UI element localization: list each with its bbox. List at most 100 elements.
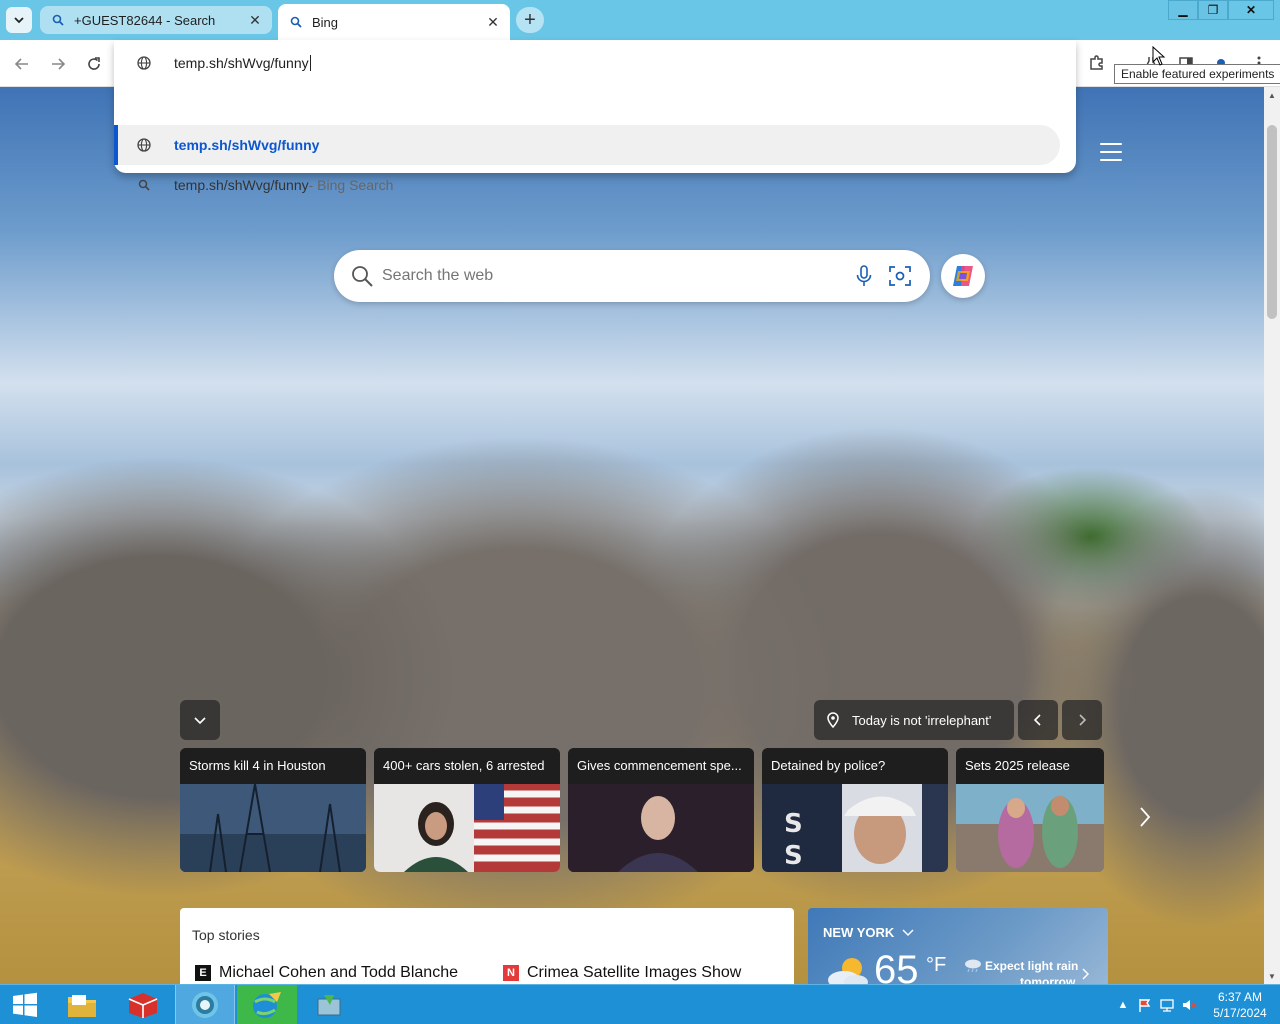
- suggestion-suffix: - Bing Search: [308, 177, 394, 193]
- copilot-button[interactable]: [941, 254, 985, 298]
- news-card-image: [956, 784, 1104, 872]
- forward-button[interactable]: [46, 52, 70, 76]
- tab-close-icon[interactable]: ✕: [246, 11, 264, 29]
- arrow-left-icon: [14, 58, 28, 70]
- start-button[interactable]: [0, 985, 50, 1024]
- story-headline: Michael Cohen and Todd Blanche: [219, 964, 458, 981]
- news-card-title: Gives commencement spe...: [568, 748, 754, 784]
- text-caret: [309, 55, 311, 71]
- voice-search-button[interactable]: [850, 262, 878, 290]
- globe-icon: [114, 138, 174, 152]
- story-item[interactable]: E Michael Cohen and Todd Blanche: [195, 964, 458, 982]
- search-icon: [114, 179, 174, 191]
- weather-unit: °F: [926, 954, 947, 976]
- omnibox-suggestion-search[interactable]: temp.sh/shWvg/funny - Bing Search: [114, 165, 1060, 205]
- puzzle-icon: [1090, 55, 1103, 70]
- taskbar-file-explorer[interactable]: [52, 985, 112, 1024]
- rain-cloud-icon: [965, 959, 981, 972]
- hamburger-menu-icon[interactable]: [1100, 143, 1122, 161]
- system-clock[interactable]: 6:37 AM 5/17/2024: [1200, 989, 1280, 1021]
- page-scrollbar[interactable]: ▲ ▼: [1264, 87, 1280, 984]
- chevron-right-icon[interactable]: [1081, 968, 1089, 980]
- selection-indicator: [114, 125, 118, 165]
- story-headline: Crimea Satellite Images Show: [527, 964, 742, 981]
- browser-app-icon: [192, 992, 218, 1018]
- taskbar-network-app[interactable]: [237, 985, 297, 1024]
- weather-location-label: NEW YORK: [823, 925, 895, 940]
- address-input[interactable]: temp.sh/shWvg/funny: [174, 55, 309, 71]
- top-stories-panel: Top stories E Michael Cohen and Todd Bla…: [180, 908, 794, 984]
- scroll-down-icon[interactable]: ▼: [1264, 968, 1280, 984]
- news-source-logo: N: [503, 965, 519, 981]
- search-icon: [352, 266, 373, 287]
- news-card-image: S S: [762, 784, 948, 872]
- news-source-logo: E: [195, 965, 211, 981]
- taskbar-browser[interactable]: [175, 985, 235, 1024]
- news-card[interactable]: Detained by police? S S: [762, 748, 948, 872]
- volume-muted-icon[interactable]: [1178, 994, 1200, 1016]
- omnibox-dropdown: temp.sh/shWvg/funny temp.sh/shWvg/funny …: [114, 40, 1076, 193]
- tab-bing[interactable]: Bing ✕: [278, 4, 510, 40]
- window-controls: ▁ ❐ ✕: [1168, 0, 1274, 20]
- previous-image-button[interactable]: [1018, 700, 1058, 740]
- minimize-button[interactable]: ▁: [1168, 0, 1198, 20]
- extensions-button[interactable]: [1086, 52, 1108, 74]
- weather-condition-detail: tomorrow: [1020, 975, 1076, 984]
- windows-logo-icon: [13, 992, 37, 1017]
- search-icon: [288, 14, 304, 30]
- taskbar-app-red[interactable]: [113, 985, 173, 1024]
- show-hidden-icons-icon[interactable]: ▲: [1112, 994, 1134, 1016]
- caption-text: Today is not 'irrelephant': [852, 712, 992, 728]
- news-card[interactable]: Gives commencement spe...: [568, 748, 754, 872]
- tab-close-icon[interactable]: ✕: [484, 13, 502, 31]
- news-card-image: [568, 784, 754, 872]
- bing-homepage: Today is not 'irrelephant' Storms kill 4…: [0, 87, 1264, 984]
- scrollbar-thumb[interactable]: [1267, 125, 1277, 319]
- system-tray: ▲ 6:37 AM 5/17/2024: [1112, 985, 1280, 1024]
- tab-search-button[interactable]: [6, 7, 32, 33]
- carousel-next-icon[interactable]: [1138, 805, 1152, 835]
- tab-strip: +GUEST82644 - Search ✕ Bing ✕ + ▁ ❐ ✕: [0, 0, 1280, 40]
- reload-button[interactable]: [82, 52, 106, 76]
- location-pin-icon: [827, 712, 839, 728]
- weather-condition: Expect light rain: [985, 959, 1079, 973]
- red-box-app-icon: [128, 993, 158, 1018]
- camera-scan-icon: [889, 266, 911, 286]
- news-card-image: [180, 784, 366, 872]
- globe-network-icon: [253, 992, 281, 1018]
- search-input[interactable]: [382, 267, 850, 285]
- tab-title: +GUEST82644 - Search: [74, 12, 216, 28]
- weather-temperature: 65: [874, 948, 919, 984]
- image-caption[interactable]: Today is not 'irrelephant': [814, 700, 1014, 740]
- chevron-down-icon: [194, 717, 206, 725]
- close-window-button[interactable]: ✕: [1228, 0, 1274, 20]
- tab-title: Bing: [312, 14, 339, 30]
- news-card-title: Sets 2025 release: [956, 748, 1104, 784]
- action-center-flag-icon[interactable]: [1134, 994, 1156, 1016]
- clock-date: 5/17/2024: [1213, 1006, 1267, 1020]
- news-card[interactable]: 400+ cars stolen, 6 arrested: [374, 748, 560, 872]
- next-image-button[interactable]: [1062, 700, 1102, 740]
- network-icon[interactable]: [1156, 994, 1178, 1016]
- taskbar-installer-app[interactable]: [299, 985, 359, 1024]
- bing-search-box[interactable]: [334, 250, 930, 302]
- weather-card[interactable]: NEW YORK 65 °F Expect light rain tomorro…: [808, 908, 1108, 984]
- restore-button[interactable]: ❐: [1198, 0, 1228, 20]
- chevron-down-icon: [902, 929, 914, 937]
- visual-search-button[interactable]: [886, 262, 914, 290]
- new-tab-button[interactable]: +: [516, 7, 544, 33]
- story-item[interactable]: N Crimea Satellite Images Show: [503, 964, 741, 982]
- news-card[interactable]: Storms kill 4 in Houston: [180, 748, 366, 872]
- weather-location[interactable]: NEW YORK: [823, 925, 914, 940]
- search-icon: [50, 12, 66, 28]
- news-card-title: Storms kill 4 in Houston: [180, 748, 366, 784]
- collapse-feed-button[interactable]: [180, 700, 220, 740]
- tab-guest-search[interactable]: +GUEST82644 - Search ✕: [40, 6, 272, 34]
- omnibox-suggestion-url[interactable]: temp.sh/shWvg/funny: [114, 125, 1060, 165]
- suggestion-text: temp.sh/shWvg/funny: [174, 177, 309, 193]
- reload-icon: [88, 57, 100, 70]
- scroll-up-icon[interactable]: ▲: [1264, 87, 1280, 103]
- address-bar[interactable]: temp.sh/shWvg/funny: [114, 40, 1076, 86]
- news-card[interactable]: Sets 2025 release: [956, 748, 1104, 872]
- back-button[interactable]: [10, 52, 34, 76]
